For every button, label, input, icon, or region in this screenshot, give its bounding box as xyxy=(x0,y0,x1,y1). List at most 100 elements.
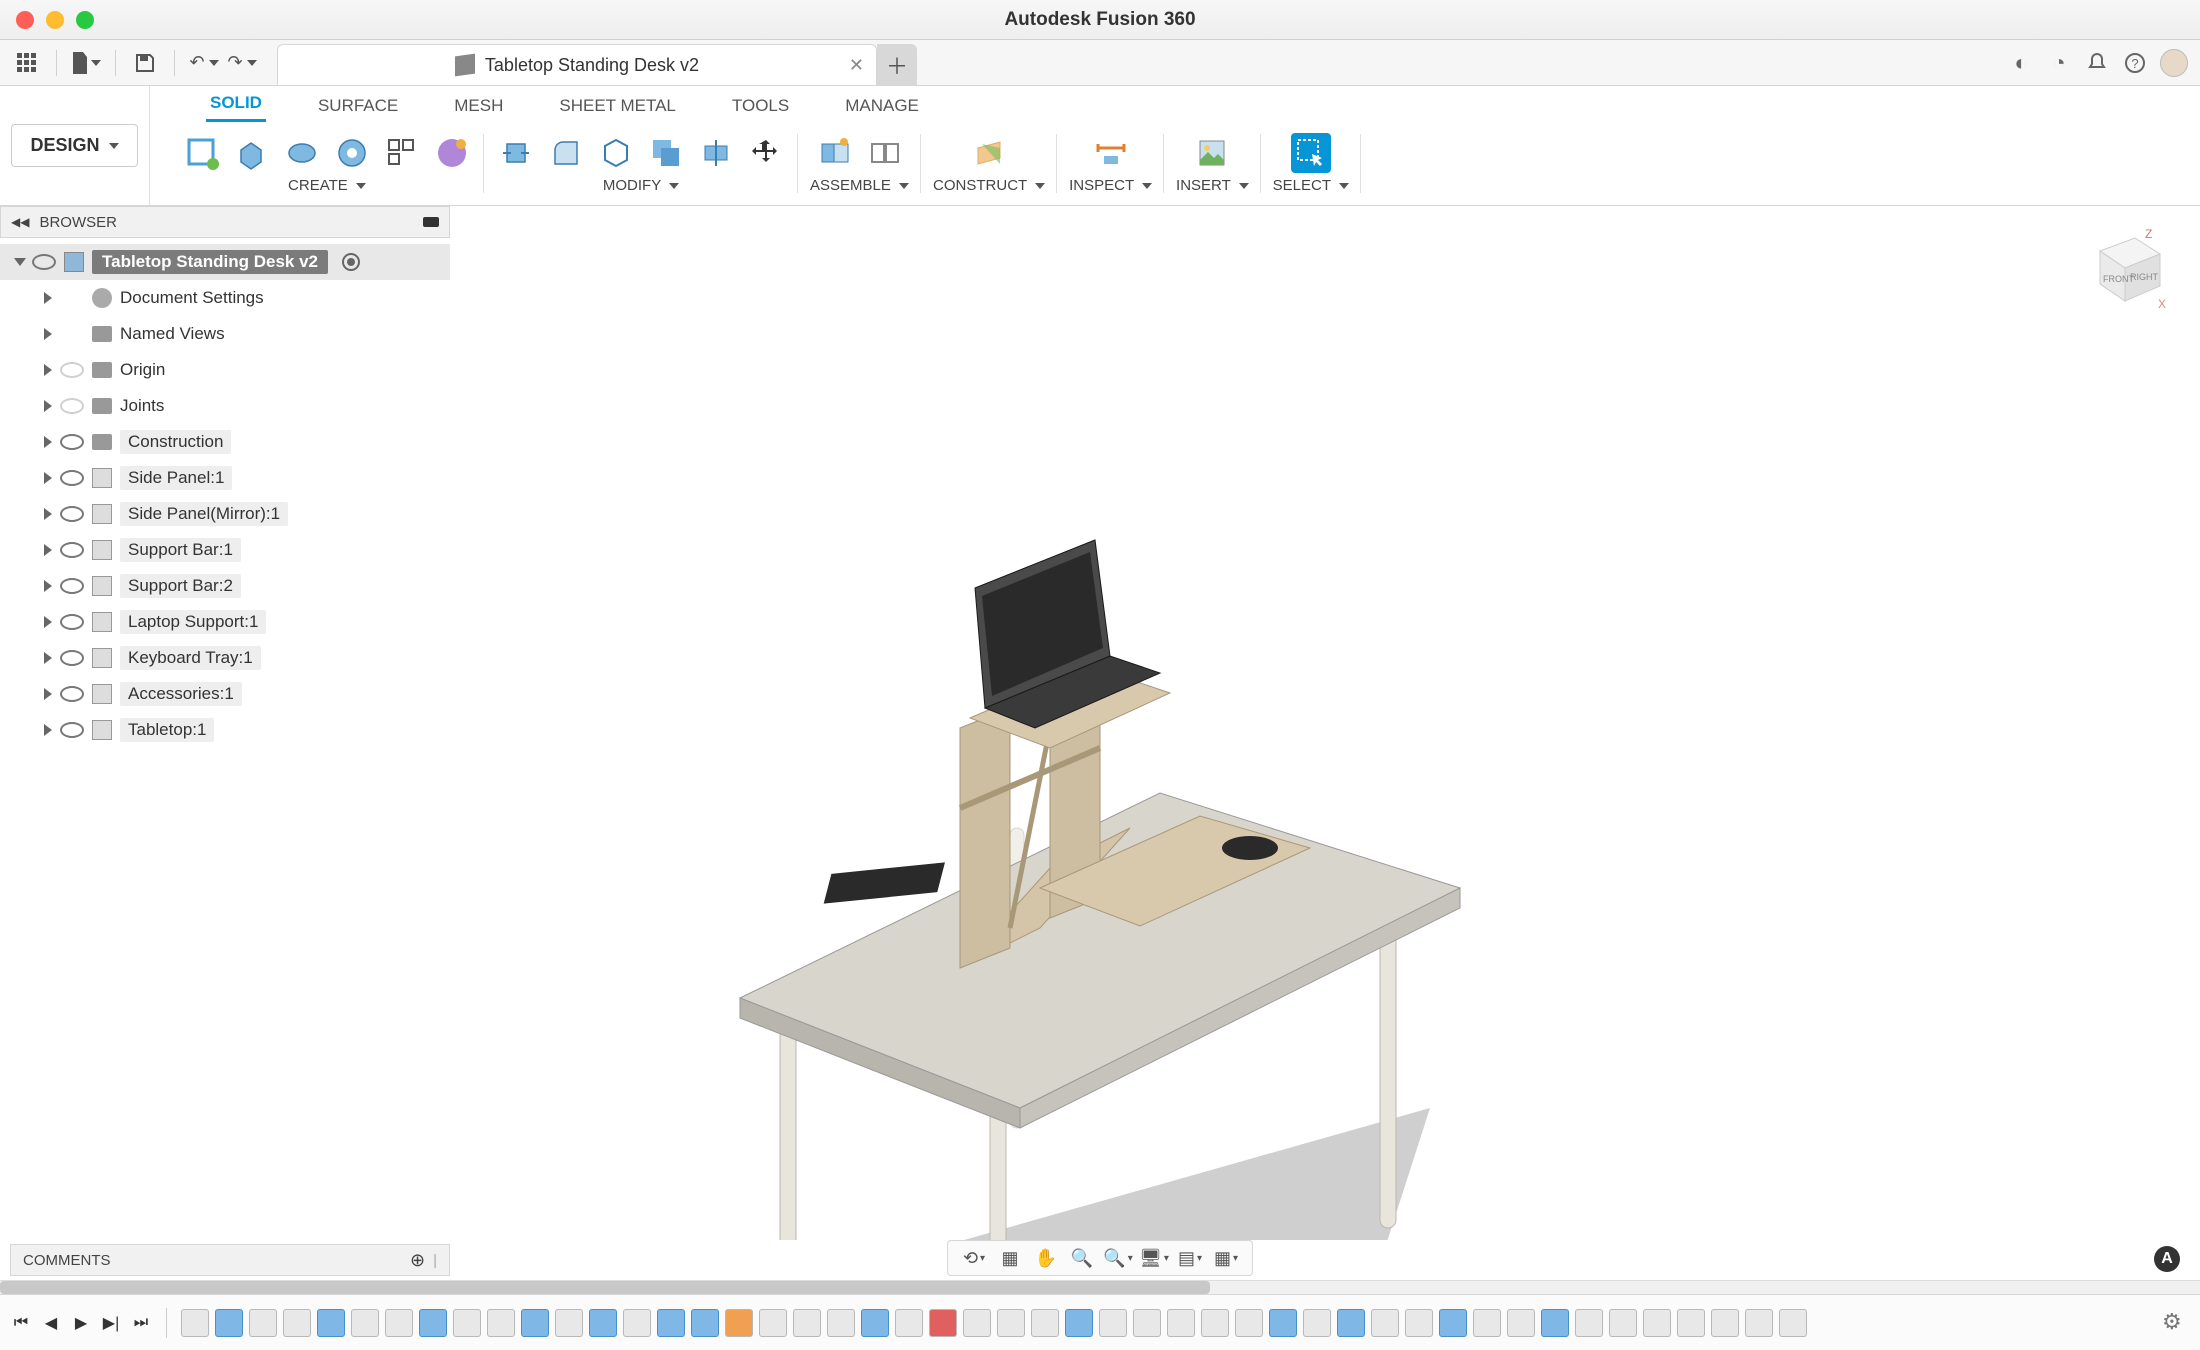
visibility-icon[interactable] xyxy=(60,614,84,630)
expand-icon[interactable] xyxy=(44,328,52,340)
timeline-feature[interactable] xyxy=(1643,1309,1671,1337)
close-window-button[interactable] xyxy=(16,11,34,29)
timeline-feature[interactable] xyxy=(1099,1309,1127,1337)
fillet-icon[interactable] xyxy=(546,133,586,173)
visibility-icon[interactable] xyxy=(60,506,84,522)
visibility-icon[interactable] xyxy=(60,470,84,486)
timeline-feature[interactable] xyxy=(623,1309,651,1337)
data-panel-button[interactable] xyxy=(12,48,42,78)
tree-item[interactable]: Tabletop:1 xyxy=(0,712,450,748)
timeline-first-button[interactable]: ⏮ xyxy=(10,1312,32,1334)
timeline-feature[interactable] xyxy=(725,1309,753,1337)
minimize-window-button[interactable] xyxy=(46,11,64,29)
visibility-icon[interactable] xyxy=(60,722,84,738)
pattern-icon[interactable] xyxy=(382,133,422,173)
close-tab-button[interactable]: ✕ xyxy=(849,55,864,76)
timeline-feature[interactable] xyxy=(1779,1309,1807,1337)
tree-item[interactable]: Accessories:1 xyxy=(0,676,450,712)
timeline-feature[interactable] xyxy=(521,1309,549,1337)
revolve-icon[interactable] xyxy=(282,133,322,173)
extensions-icon[interactable]: ◐ xyxy=(2008,50,2034,76)
timeline-feature[interactable] xyxy=(759,1309,787,1337)
timeline-feature[interactable] xyxy=(1031,1309,1059,1337)
tree-item[interactable]: Side Panel:1 xyxy=(0,460,450,496)
tab-mesh[interactable]: MESH xyxy=(450,90,507,122)
undo-button[interactable]: ↶ xyxy=(189,48,219,78)
timeline-feature[interactable] xyxy=(181,1309,209,1337)
expand-icon[interactable] xyxy=(44,400,52,412)
timeline-feature[interactable] xyxy=(691,1309,719,1337)
tab-solid[interactable]: SOLID xyxy=(206,87,266,122)
plane-icon[interactable] xyxy=(969,133,1009,173)
timeline-feature[interactable] xyxy=(453,1309,481,1337)
tab-surface[interactable]: SURFACE xyxy=(314,90,402,122)
expand-icon[interactable] xyxy=(44,580,52,592)
timeline-feature[interactable] xyxy=(249,1309,277,1337)
timeline-feature[interactable] xyxy=(1065,1309,1093,1337)
visibility-icon[interactable] xyxy=(60,542,84,558)
expand-icon[interactable] xyxy=(44,544,52,556)
visibility-icon[interactable] xyxy=(60,578,84,594)
timeline-feature[interactable] xyxy=(215,1309,243,1337)
expand-icon[interactable] xyxy=(44,436,52,448)
timeline-feature[interactable] xyxy=(1235,1309,1263,1337)
collapse-icon[interactable] xyxy=(423,217,439,227)
viewcube[interactable]: Z FRONT RIGHT X xyxy=(2080,226,2170,316)
activate-radio[interactable] xyxy=(342,253,360,271)
visibility-icon[interactable] xyxy=(60,650,84,666)
timeline-feature[interactable] xyxy=(1745,1309,1773,1337)
timeline-feature[interactable] xyxy=(1269,1309,1297,1337)
timeline-feature[interactable] xyxy=(419,1309,447,1337)
save-button[interactable] xyxy=(130,48,160,78)
maximize-window-button[interactable] xyxy=(76,11,94,29)
form-icon[interactable] xyxy=(432,133,472,173)
expand-icon[interactable] xyxy=(44,652,52,664)
display-settings-icon[interactable]: 🖥▾ xyxy=(1142,1246,1166,1270)
tree-item[interactable]: Construction xyxy=(0,424,450,460)
expand-icon[interactable] xyxy=(44,508,52,520)
timeline-feature[interactable] xyxy=(1201,1309,1229,1337)
timeline-feature[interactable] xyxy=(895,1309,923,1337)
timeline-feature[interactable] xyxy=(1439,1309,1467,1337)
timeline-play-button[interactable]: ▶ xyxy=(70,1312,92,1334)
job-status-icon[interactable]: ◔ xyxy=(2046,50,2072,76)
browser-header[interactable]: ◀◀ BROWSER xyxy=(0,206,450,238)
as-built-joint-icon[interactable] xyxy=(865,133,905,173)
tree-root[interactable]: Tabletop Standing Desk v2 xyxy=(0,244,450,280)
tree-item[interactable]: Side Panel(Mirror):1 xyxy=(0,496,450,532)
combine-icon[interactable] xyxy=(646,133,686,173)
expand-icon[interactable] xyxy=(44,688,52,700)
timeline-feature[interactable] xyxy=(963,1309,991,1337)
sweep-icon[interactable] xyxy=(332,133,372,173)
tab-manage[interactable]: MANAGE xyxy=(841,90,923,122)
document-tab[interactable]: Tabletop Standing Desk v2 ✕ xyxy=(277,44,877,85)
tree-item[interactable]: Support Bar:1 xyxy=(0,532,450,568)
timeline-last-button[interactable]: ⏭ xyxy=(130,1312,152,1334)
select-icon[interactable] xyxy=(1291,133,1331,173)
expand-icon[interactable] xyxy=(44,616,52,628)
timeline-feature[interactable] xyxy=(1609,1309,1637,1337)
timeline-feature[interactable] xyxy=(1541,1309,1569,1337)
timeline-feature[interactable] xyxy=(1371,1309,1399,1337)
file-menu-button[interactable] xyxy=(71,48,101,78)
look-at-icon[interactable]: ▦ xyxy=(998,1246,1022,1270)
tree-item[interactable]: Origin xyxy=(0,352,450,388)
workspace-button[interactable]: DESIGN xyxy=(11,124,137,167)
timeline-feature[interactable] xyxy=(1337,1309,1365,1337)
tree-item[interactable]: Named Views xyxy=(0,316,450,352)
tree-item[interactable]: Document Settings xyxy=(0,280,450,316)
help-icon[interactable]: ? xyxy=(2122,50,2148,76)
tree-item[interactable]: Joints xyxy=(0,388,450,424)
timeline-feature[interactable] xyxy=(929,1309,957,1337)
pan-icon[interactable]: ✋ xyxy=(1034,1246,1058,1270)
timeline-feature[interactable] xyxy=(1133,1309,1161,1337)
timeline-feature[interactable] xyxy=(997,1309,1025,1337)
timeline-scrollbar[interactable] xyxy=(0,1280,2200,1294)
extrude-icon[interactable] xyxy=(232,133,272,173)
zoom-fit-icon[interactable]: 🔍 xyxy=(1070,1246,1094,1270)
timeline-feature[interactable] xyxy=(1473,1309,1501,1337)
viewports-icon[interactable]: ▦▾ xyxy=(1214,1246,1238,1270)
timeline-feature[interactable] xyxy=(589,1309,617,1337)
tree-item[interactable]: Keyboard Tray:1 xyxy=(0,640,450,676)
timeline-feature[interactable] xyxy=(1575,1309,1603,1337)
